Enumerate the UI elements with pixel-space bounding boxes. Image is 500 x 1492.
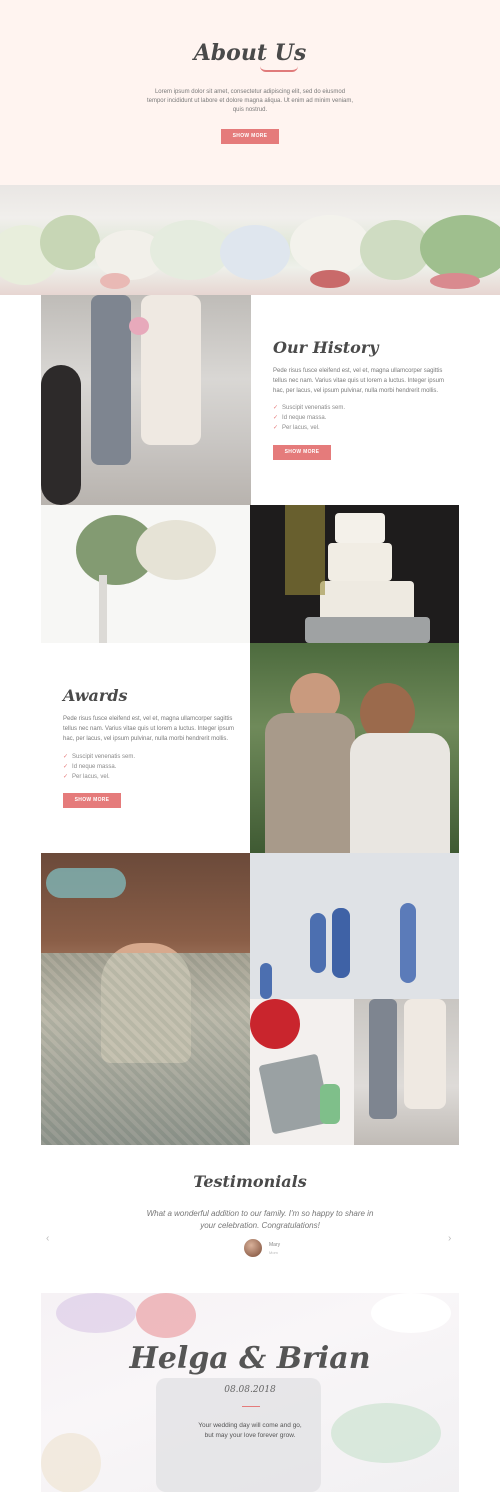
- couple-stairs-image: [41, 295, 251, 505]
- awards-title: Awards: [63, 686, 128, 705]
- check-icon: ✓: [63, 754, 69, 760]
- lace-dress-image: [41, 853, 250, 1145]
- vase-flowers-image: [41, 505, 250, 643]
- check-icon: ✓: [273, 415, 279, 421]
- couple-portrait-image: [250, 643, 459, 853]
- awards-text: Pede risus fusce eleifend est, vel et, m…: [63, 716, 234, 742]
- prev-arrow-icon[interactable]: ‹: [46, 1233, 49, 1244]
- couple-names: Helga & Brian: [129, 1341, 371, 1376]
- wedding-date: 08.08.2018: [224, 1385, 276, 1395]
- list-item: ✓ Id neque massa.: [273, 415, 327, 421]
- history-title: Our History: [273, 338, 379, 357]
- list-item: ✓ Suscipit venenatis sem.: [63, 754, 136, 760]
- list-item: ✓ Per lacus, vel.: [273, 425, 320, 431]
- list-item: ✓ Id neque massa.: [63, 764, 117, 770]
- wedding-cake-image: [250, 505, 459, 643]
- testimonials-title: Testimonials: [193, 1172, 307, 1191]
- flowers-banner-image: [0, 185, 500, 295]
- history-show-more-button[interactable]: SHOW MORE: [273, 445, 331, 460]
- list-item: ✓ Suscipit venenatis sem.: [273, 405, 346, 411]
- couple-stairs-small-image: [354, 999, 459, 1145]
- about-title: About Us: [193, 40, 307, 66]
- about-section: About Us Lorem ipsum dolor sit amet, con…: [0, 0, 500, 185]
- check-icon: ✓: [63, 764, 69, 770]
- check-icon: ✓: [273, 405, 279, 411]
- invitation-card-image: [250, 999, 354, 1145]
- testimonial-author-role: Mom: [269, 1250, 278, 1255]
- title-underline: [260, 66, 298, 72]
- awards-show-more-button[interactable]: SHOW MORE: [63, 793, 121, 808]
- check-icon: ✓: [273, 425, 279, 431]
- wedding-wish: Your wedding day will come and go, but m…: [198, 1422, 302, 1439]
- testimonial-quote: What a wonderful addition to our family.…: [146, 1209, 374, 1230]
- history-checklist: ✓ Suscipit venenatis sem. ✓ Id neque massa…: [273, 403, 345, 433]
- list-item: ✓ Per lacus, vel.: [63, 774, 110, 780]
- about-show-more-button[interactable]: SHOW MORE: [221, 129, 279, 144]
- about-text: Lorem ipsum dolor sit amet, consectetur …: [146, 89, 354, 113]
- date-divider: [242, 1406, 260, 1407]
- check-icon: ✓: [63, 774, 69, 780]
- next-arrow-icon[interactable]: ›: [448, 1233, 451, 1244]
- awards-checklist: ✓ Suscipit venenatis sem. ✓ Id neque massa…: [63, 752, 135, 782]
- avatar: [244, 1239, 262, 1257]
- blue-flowers-image: [250, 853, 459, 999]
- save-the-date-section: Helga & Brian 08.08.2018 Your wedding da…: [41, 1293, 459, 1492]
- history-text: Pede risus fusce eleifend est, vel et, m…: [273, 368, 444, 394]
- testimonial-author: Mary: [269, 1242, 281, 1248]
